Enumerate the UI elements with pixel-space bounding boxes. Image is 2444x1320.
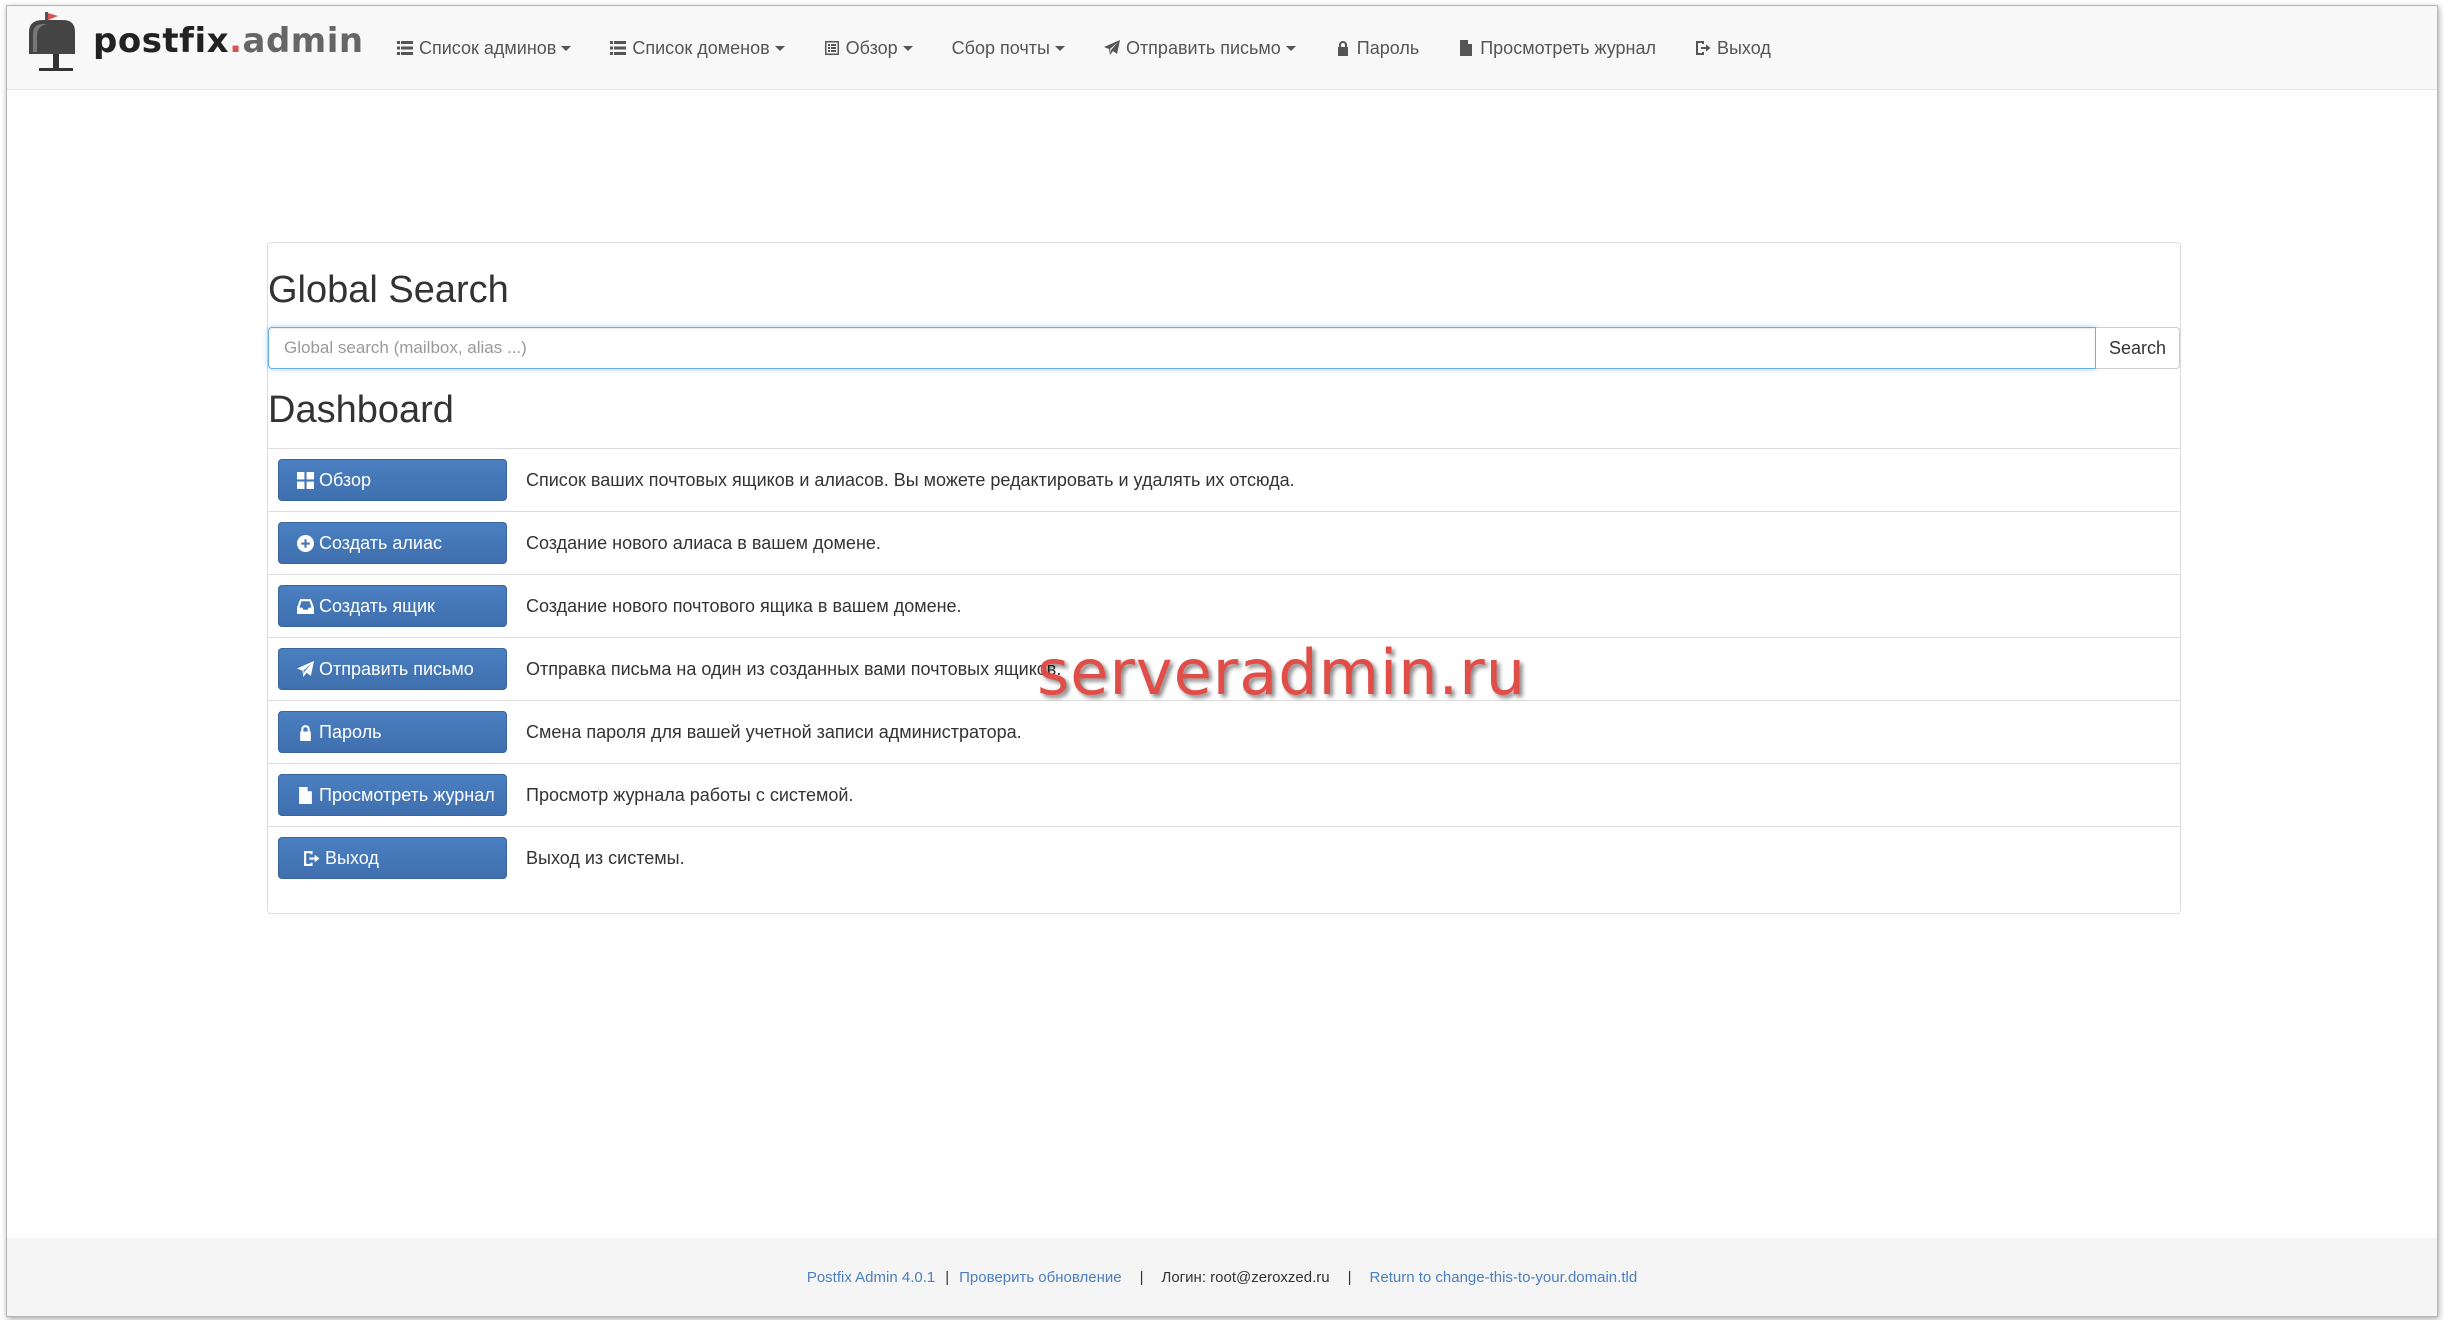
- caret-down-icon: [1054, 45, 1065, 51]
- table-row: Пароль Смена пароля для вашей учетной за…: [268, 700, 2180, 763]
- create-alias-button-label: Создать алиас: [319, 532, 442, 553]
- nav-overview-label: Обзор: [845, 37, 898, 58]
- top-navbar: postfix.admin Список админов Список доме…: [7, 6, 2437, 90]
- nav-fetchmail-label: Сбор почты: [951, 37, 1050, 58]
- nav-admin-list-label: Список админов: [419, 37, 557, 58]
- nav-logout-label: Выход: [1716, 37, 1771, 58]
- plus-circle-icon: [297, 534, 314, 552]
- create-alias-button[interactable]: Создать алиас: [278, 522, 507, 564]
- file-icon: [1460, 40, 1473, 56]
- lock-icon: [1337, 41, 1348, 56]
- nav-password-label: Пароль: [1356, 37, 1420, 58]
- table-row: Просмотреть журнал Просмотр журнала рабо…: [268, 763, 2180, 826]
- watermark-text: serveradmin.ru: [1037, 636, 1527, 709]
- list-alt-icon: [824, 41, 839, 55]
- nav-password[interactable]: Пароль: [1335, 38, 1419, 59]
- nav-domain-list-label: Список доменов: [632, 37, 770, 58]
- row-description: Выход из системы.: [526, 848, 685, 868]
- caret-down-icon: [902, 45, 913, 51]
- nav-admin-list[interactable]: Список админов: [397, 37, 572, 59]
- logout-icon: [1695, 41, 1711, 55]
- row-description: Создание нового почтового ящика в вашем …: [526, 596, 962, 616]
- send-mail-button[interactable]: Отправить письмо: [278, 648, 507, 690]
- send-mail-button-label: Отправить письмо: [319, 658, 474, 679]
- row-description: Список ваших почтовых ящиков и алиасов. …: [526, 470, 1295, 490]
- caret-down-icon: [561, 45, 572, 51]
- password-button[interactable]: Пароль: [278, 711, 507, 753]
- table-row: Создать алиас Создание нового алиаса в в…: [268, 511, 2180, 574]
- nav-view-log-label: Просмотреть журнал: [1480, 37, 1656, 58]
- main-panel: Global Search Search Dashboard Обзор Спи…: [267, 242, 2181, 914]
- row-description: Смена пароля для вашей учетной записи ад…: [526, 722, 1022, 742]
- nav-overview[interactable]: Обзор: [824, 38, 913, 59]
- password-button-label: Пароль: [319, 721, 382, 742]
- dashboard-heading: Dashboard: [268, 389, 454, 431]
- file-icon: [299, 786, 312, 804]
- list-icon: [397, 41, 413, 55]
- nav-view-log[interactable]: Просмотреть журнал: [1458, 38, 1656, 59]
- row-description: Отправка письма на один из созданных вам…: [526, 659, 1062, 679]
- return-link[interactable]: Return to change-this-to-your.domain.tld: [1370, 1269, 1638, 1286]
- logout-icon: [304, 850, 320, 866]
- row-description: Создание нового алиаса в вашем домене.: [526, 533, 881, 553]
- logout-button[interactable]: Выход: [278, 837, 507, 879]
- create-mailbox-button[interactable]: Создать ящик: [278, 585, 507, 627]
- nav-send-mail-label: Отправить письмо: [1125, 37, 1281, 58]
- send-icon: [1103, 40, 1120, 55]
- create-mailbox-button-label: Создать ящик: [319, 595, 435, 616]
- nav-send-mail[interactable]: Отправить письмо: [1103, 37, 1296, 59]
- list-icon: [610, 41, 627, 55]
- global-search-input[interactable]: [268, 327, 2097, 369]
- login-info: Логин: root@zeroxzed.ru: [1161, 1268, 1330, 1286]
- mailbox-logo-icon: [29, 12, 75, 71]
- view-log-button-label: Просмотреть журнал: [319, 784, 495, 805]
- search-form: Search: [268, 327, 2180, 369]
- nav-domain-list[interactable]: Список доменов: [610, 37, 785, 59]
- footer-separator: |: [945, 1268, 950, 1286]
- inbox-icon: [297, 598, 314, 614]
- table-row: Обзор Список ваших почтовых ящиков и али…: [268, 448, 2180, 511]
- table-row: Выход Выход из системы.: [268, 826, 2180, 889]
- lock-icon: [300, 724, 311, 741]
- brand-logo[interactable]: postfix.admin: [23, 10, 364, 72]
- version-link[interactable]: Postfix Admin 4.0.1: [807, 1269, 935, 1286]
- view-log-button[interactable]: Просмотреть журнал: [278, 774, 507, 816]
- send-icon: [297, 660, 314, 677]
- table-row: Создать ящик Создание нового почтового я…: [268, 574, 2180, 637]
- browser-window: postfix.admin Список админов Список доме…: [6, 5, 2438, 1317]
- footer: Postfix Admin 4.0.1 | Проверить обновлен…: [7, 1238, 2437, 1316]
- brand-part-admin: admin: [242, 21, 364, 61]
- row-description: Просмотр журнала работы с системой.: [526, 785, 854, 805]
- main-nav: Список админов Список доменов Обзор Сбор…: [397, 6, 1810, 90]
- caret-down-icon: [774, 45, 785, 51]
- brand-part-postfix: postfix: [93, 21, 230, 61]
- check-update-link[interactable]: Проверить обновление: [959, 1269, 1121, 1286]
- footer-separator: |: [1347, 1268, 1352, 1286]
- nav-logout[interactable]: Выход: [1695, 38, 1771, 59]
- footer-separator: |: [1139, 1268, 1144, 1286]
- brand-text: postfix.admin: [93, 21, 364, 61]
- caret-down-icon: [1285, 45, 1296, 51]
- search-button[interactable]: Search: [2096, 327, 2180, 369]
- overview-button[interactable]: Обзор: [278, 459, 507, 501]
- th-large-icon: [297, 471, 314, 489]
- overview-button-label: Обзор: [319, 469, 371, 490]
- logout-button-label: Выход: [325, 847, 379, 868]
- global-search-heading: Global Search: [268, 269, 509, 311]
- nav-fetchmail[interactable]: Сбор почты: [952, 38, 1065, 59]
- brand-dot: .: [229, 21, 243, 61]
